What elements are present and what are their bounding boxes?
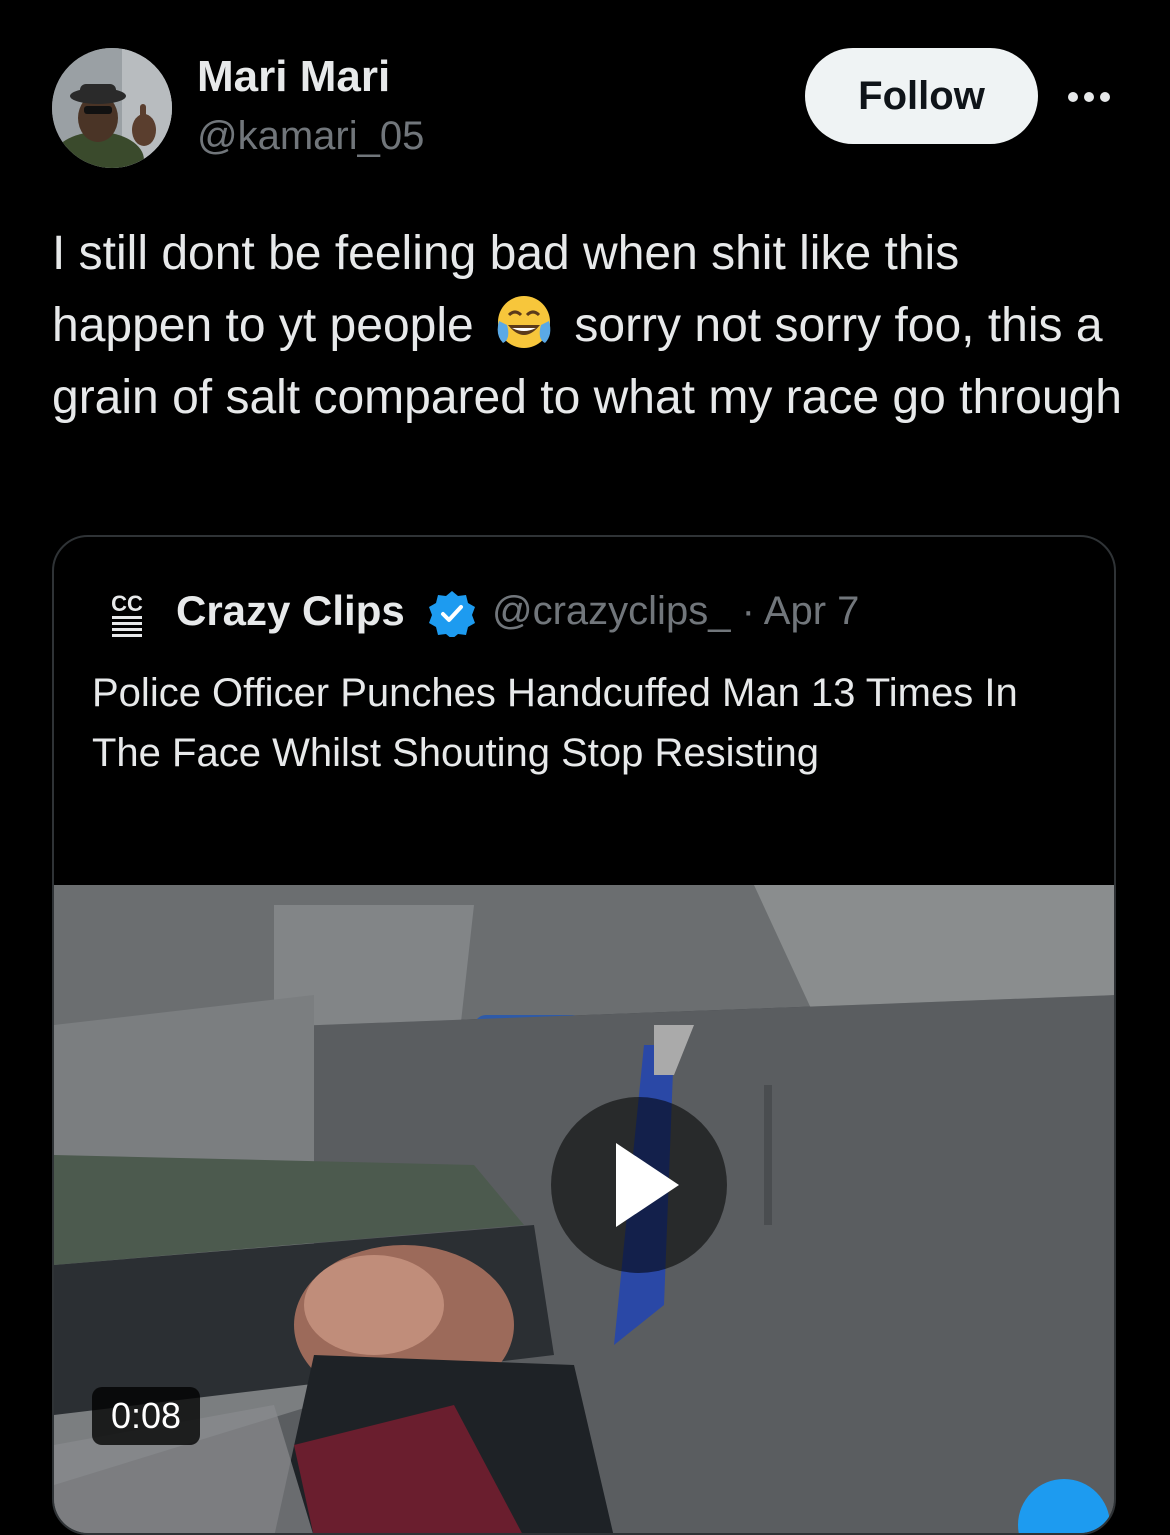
quoted-date[interactable]: Apr 7 <box>764 589 860 633</box>
quoted-tweet-card[interactable]: CC Crazy Clips @crazyclips_ · Apr 7 Poli… <box>52 535 1116 1535</box>
video-thumbnail[interactable] <box>54 885 1116 1535</box>
more-horizontal-icon[interactable] <box>1064 82 1114 112</box>
quoted-author-name[interactable]: Crazy Clips <box>176 587 405 635</box>
author-handle[interactable]: @kamari_05 <box>197 114 424 159</box>
quoted-author-handle[interactable]: @crazyclips_ <box>492 589 730 633</box>
verified-badge-icon <box>429 591 475 637</box>
profile-photo <box>52 48 172 168</box>
crazy-clips-logo-icon: CC <box>111 591 143 637</box>
video-duration: 0:08 <box>92 1387 200 1445</box>
author-name[interactable]: Mari Mari <box>197 52 390 102</box>
quoted-tweet-text: Police Officer Punches Handcuffed Man 13… <box>92 671 1018 775</box>
follow-button[interactable]: Follow <box>805 48 1038 144</box>
tweet-text: I still dont be feeling bad when shit li… <box>52 218 1132 434</box>
dot-separator: · <box>741 589 755 633</box>
logo-text: CC <box>111 591 143 616</box>
quoted-handle-line: @crazyclips_ · Apr 7 <box>492 589 859 634</box>
author-avatar[interactable] <box>52 48 172 168</box>
tears-of-joy-emoji-icon <box>497 296 551 348</box>
